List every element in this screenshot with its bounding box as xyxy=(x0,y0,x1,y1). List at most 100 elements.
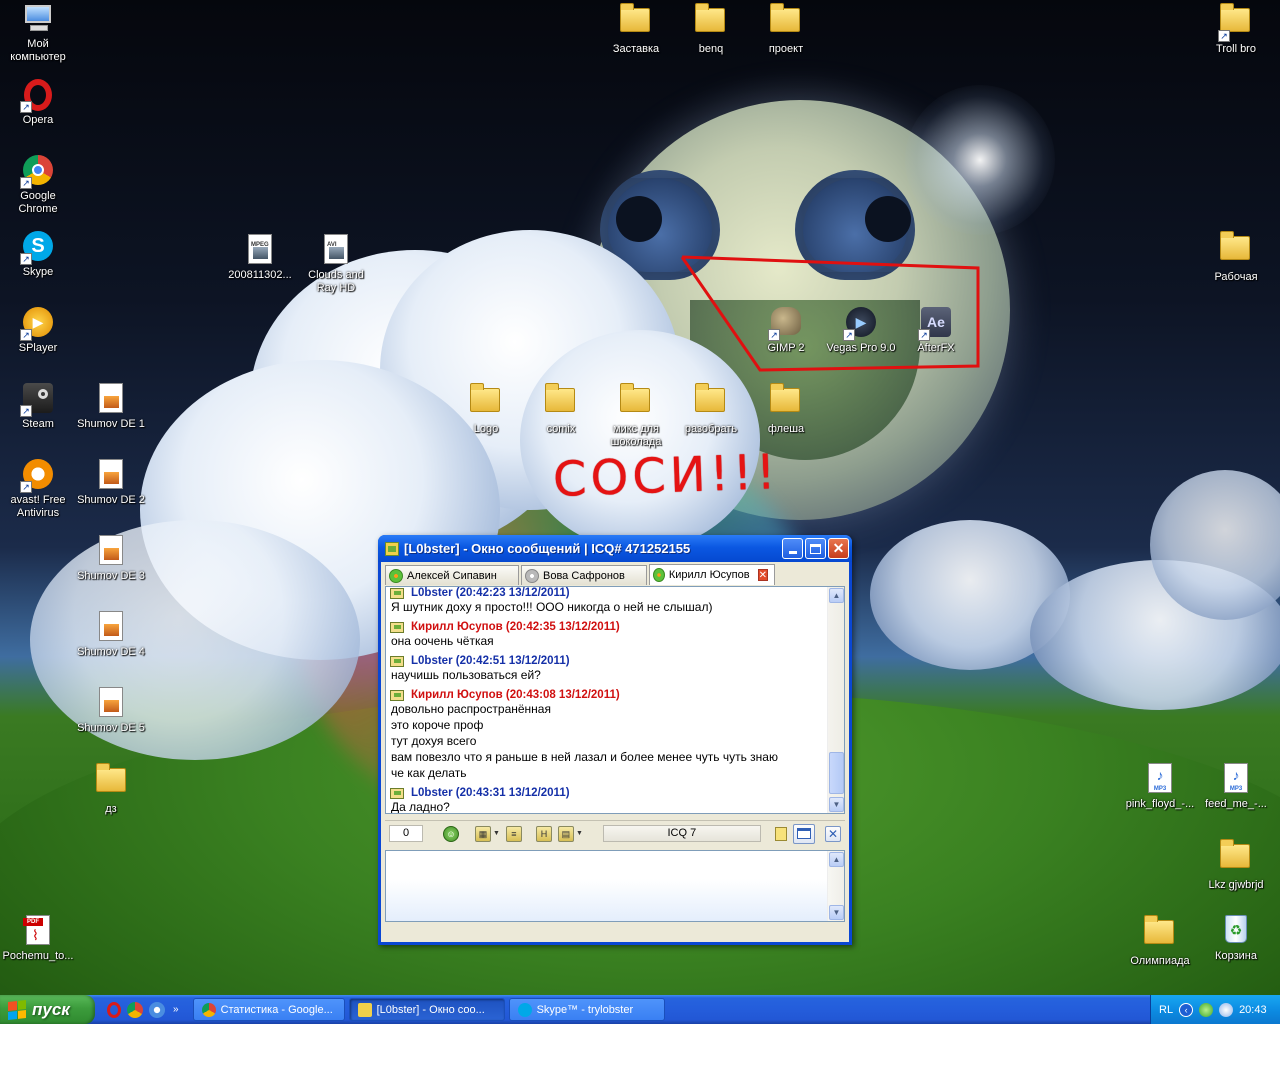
contact-tabs: Алексей Сипавин Вова Сафронов Кирилл Юсу… xyxy=(381,562,849,585)
opera-icon xyxy=(20,79,54,113)
desktop-icon-vegas[interactable]: ▶ Vegas Pro 9.0 xyxy=(823,307,899,355)
chevron-down-icon[interactable]: ▼ xyxy=(493,830,500,837)
message-text: вам повезло что я раньше в ней лазал и б… xyxy=(391,750,778,764)
desktop-icon-shumov-1[interactable]: Shumov DE 1 xyxy=(73,383,149,431)
desktop-icon-shumov-3[interactable]: Shumov DE 3 xyxy=(73,535,149,583)
desktop-icon-lkz[interactable]: Lkz gjwbrjd xyxy=(1198,839,1274,892)
chevron-down-icon[interactable]: ▼ xyxy=(576,830,583,837)
desktop-icon-olimpiada[interactable]: Олимпиада xyxy=(1122,915,1198,968)
desktop-icon-recycle-bin[interactable]: ♻ Корзина xyxy=(1198,915,1274,963)
desktop-icon-steam[interactable]: Steam xyxy=(0,383,76,431)
desktop-icon-gimp[interactable]: GIMP 2 xyxy=(748,307,824,355)
desktop-icon-logo[interactable]: Logo xyxy=(448,383,524,436)
message-text: че как делать xyxy=(391,766,467,780)
chrome-icon[interactable] xyxy=(127,1001,143,1018)
folder-icon xyxy=(545,383,577,420)
message-icon xyxy=(390,621,404,633)
desktop-icon-my-computer[interactable]: Мой компьютер xyxy=(0,3,76,64)
desktop-icon-proekt[interactable]: проект xyxy=(748,3,824,56)
window-titlebar[interactable]: [L0bster] - Окно сообщений | ICQ# 471252… xyxy=(378,535,852,562)
desktop-icon-mpeg[interactable]: MPEG 200811302... xyxy=(222,234,298,282)
desktop-icon-chrome[interactable]: Google Chrome xyxy=(0,155,76,216)
tab-contact-active[interactable]: Кирилл Юсупов ✕ xyxy=(649,564,775,585)
desktop-icon-avi[interactable]: AVI Clouds and Ray HD xyxy=(298,234,374,295)
desktop-icon-pdf[interactable]: PDF ⌇ Pochemu_to... xyxy=(0,915,76,963)
desktop-icon-flesha[interactable]: флеша xyxy=(748,383,824,436)
taskbar-task-icq[interactable]: [L0bster] - Окно соо... xyxy=(348,998,505,1021)
close-button[interactable]: ✕ xyxy=(828,538,849,559)
message-header: L0bster (20:42:23 13/12/2011) xyxy=(390,587,824,599)
message-history[interactable]: L0bster (20:42:23 13/12/2011) Я шутник д… xyxy=(385,586,845,814)
desktop-icon-shumov-2[interactable]: Shumov DE 2 xyxy=(73,459,149,507)
desktop-icon-benq[interactable]: benq xyxy=(673,3,749,56)
desktop-icon-splayer[interactable]: ▶ SPlayer xyxy=(0,307,76,355)
video-file-icon: MPEG xyxy=(244,234,276,266)
folder-icon xyxy=(770,3,802,40)
note-icon[interactable] xyxy=(774,826,787,841)
tab-contact[interactable]: Вова Сафронов xyxy=(521,565,647,585)
desktop-icon-opera[interactable]: Opera xyxy=(0,79,76,127)
format-icon[interactable]: ≡ xyxy=(505,825,522,842)
skype-icon xyxy=(517,1002,532,1017)
desktop-icon-zastavka[interactable]: Заставка xyxy=(598,3,674,56)
scroll-down-icon[interactable]: ▼ xyxy=(829,905,844,920)
desktop-icon-miks[interactable]: микс для шоколада xyxy=(598,383,674,449)
start-button[interactable]: пуск xyxy=(0,995,95,1024)
message-header: Кирилл Юсупов (20:43:08 13/12/2011) xyxy=(390,689,824,701)
close-panel-icon[interactable]: ✕ xyxy=(825,825,841,842)
quick-launch: » xyxy=(107,1001,179,1018)
close-tab-icon[interactable]: ✕ xyxy=(757,569,768,581)
history-icon[interactable]: H xyxy=(535,825,552,842)
chevron-right-icon[interactable]: » xyxy=(173,1004,179,1015)
desktop-icon-troll-bro[interactable]: Troll bro xyxy=(1198,3,1274,56)
desktop-icon-pink-floyd[interactable]: ♪ MP3 pink_floyd_-... xyxy=(1122,763,1198,811)
scroll-up-icon[interactable]: ▲ xyxy=(829,852,844,867)
icq-message-window[interactable]: [L0bster] - Окно сообщений | ICQ# 471252… xyxy=(378,535,852,945)
input-scrollbar[interactable]: ▲ ▼ xyxy=(827,851,844,921)
desktop-icon-shumov-4[interactable]: Shumov DE 4 xyxy=(73,611,149,659)
font-icon[interactable]: ▦ xyxy=(475,825,491,842)
desktop-icon-comix[interactable]: comix xyxy=(523,383,599,436)
opera-icon[interactable] xyxy=(107,1001,121,1018)
chevron-left-icon[interactable]: ‹ xyxy=(1179,1002,1194,1017)
scroll-thumb[interactable] xyxy=(829,752,844,794)
network-tray-icon[interactable] xyxy=(1219,1002,1234,1017)
desktop-icon-shumov-5[interactable]: Shumov DE 5 xyxy=(73,687,149,735)
scroll-down-icon[interactable]: ▼ xyxy=(829,797,844,812)
message-header: Кирилл Юсупов (20:42:35 13/12/2011) xyxy=(390,621,824,633)
desktop-icon-dz[interactable]: дз xyxy=(73,763,149,816)
image-file-icon xyxy=(95,459,127,491)
pdf-file-icon: PDF ⌇ xyxy=(22,915,54,947)
language-indicator[interactable]: RL xyxy=(1159,1004,1173,1016)
desktop-icon-avast[interactable]: avast! Free Antivirus xyxy=(0,459,76,520)
message-input[interactable] xyxy=(388,853,824,919)
maximize-button[interactable] xyxy=(805,538,826,559)
desktop-icon-afterfx[interactable]: Ae AfterFX xyxy=(898,307,974,355)
desktop-icon-rabochaya[interactable]: Рабочая xyxy=(1198,231,1274,284)
taskbar-task-skype[interactable]: Skype™ - trylobster xyxy=(508,998,665,1021)
message-toolbar: 0 ☺ ▦ ▼ ≡ H ▤ ▼ ICQ 7 ✕ xyxy=(385,820,845,846)
history-scrollbar[interactable]: ▲ ▼ xyxy=(827,587,844,813)
protocol-selector[interactable]: ICQ 7 xyxy=(602,825,761,842)
steam-icon xyxy=(20,383,54,417)
desktop-icon-feed-me[interactable]: ♪ MP3 feed_me_-... xyxy=(1198,763,1274,811)
folder-icon xyxy=(95,763,127,800)
video-file-icon: AVI xyxy=(320,234,352,266)
message-input-area[interactable]: ▲ ▼ xyxy=(385,850,845,922)
smiley-icon[interactable]: ☺ xyxy=(443,825,459,842)
minimize-button[interactable] xyxy=(782,538,803,559)
desktop-icon-skype[interactable]: S Skype xyxy=(0,231,76,279)
music-file-icon: ♪ MP3 xyxy=(1220,763,1252,795)
desktop-icon-razobrat[interactable]: разобрать xyxy=(673,383,749,436)
window-layout-button[interactable] xyxy=(792,823,815,844)
taskbar-task-chrome[interactable]: Статистика - Google... xyxy=(192,998,345,1021)
tab-contact[interactable]: Алексей Сипавин xyxy=(385,565,519,585)
message-icon xyxy=(390,787,404,799)
scroll-up-icon[interactable]: ▲ xyxy=(829,588,844,603)
clock[interactable]: 20:43 xyxy=(1239,1004,1267,1016)
save-icon[interactable]: ▤ xyxy=(557,825,574,842)
splayer-icon: ▶ xyxy=(20,307,54,341)
network-icon[interactable] xyxy=(149,1001,165,1018)
folder-icon xyxy=(470,383,502,420)
icq-tray-icon[interactable] xyxy=(1199,1002,1214,1017)
